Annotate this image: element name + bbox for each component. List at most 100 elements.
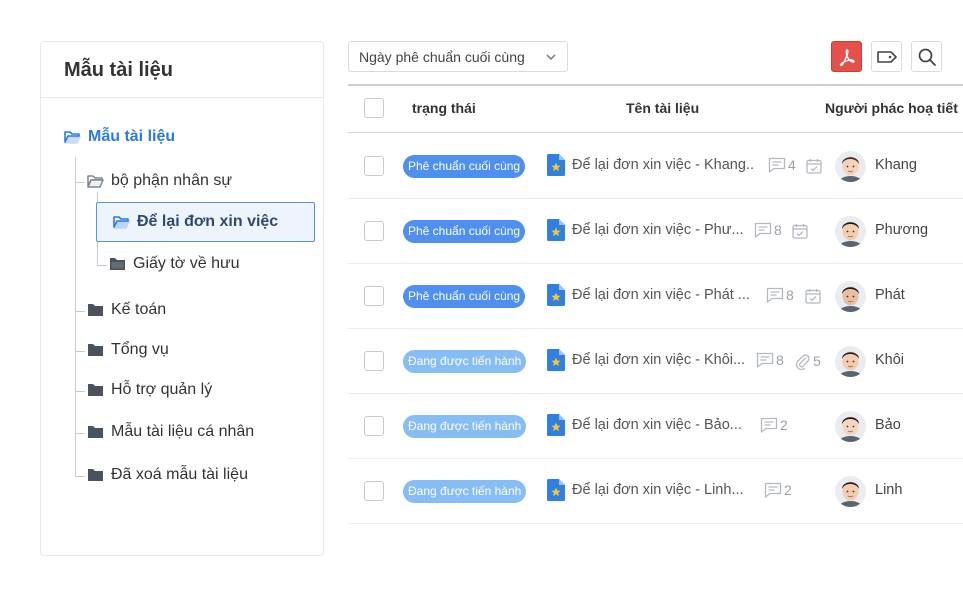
folder-open-icon: [64, 131, 81, 144]
author-name: Phát: [875, 287, 905, 303]
row-checkbox[interactable]: [364, 481, 384, 501]
table-row[interactable]: Phê chuẩn cuối cùng Để lại đơn xin việc …: [348, 199, 963, 264]
table-row[interactable]: Đang được tiến hành Để lại đơn xin việc …: [348, 329, 963, 394]
tree-item-label: Kế toán: [111, 301, 167, 318]
calendar-check-icon: [806, 159, 822, 174]
sort-dropdown-label: Ngày phê chuẩn cuối cùng: [359, 48, 525, 65]
tree-connector: [75, 476, 85, 477]
tree-item-admin-support[interactable]: Hỗ trợ quản lý: [87, 381, 212, 399]
document-name-link[interactable]: Để lại đơn xin việc - Phư...: [572, 222, 744, 238]
status-badge: Phê chuẩn cuối cùng: [403, 285, 526, 308]
author-name: Phương: [875, 222, 929, 238]
tree-connector: [75, 391, 85, 392]
tree-item-resignation[interactable]: Để lại đơn xin việc: [96, 202, 315, 242]
table-row[interactable]: Phê chuẩn cuối cùng Để lại đơn xin việc …: [348, 264, 963, 329]
select-all-checkbox[interactable]: [364, 98, 384, 118]
tree-item-deleted[interactable]: Đã xoá mẫu tài liệu: [87, 466, 248, 484]
sort-dropdown[interactable]: Ngày phê chuẩn cuối cùng: [348, 41, 568, 72]
document-star-icon: [547, 284, 565, 306]
author-name: Linh: [875, 482, 903, 498]
paperclip-icon: [795, 354, 810, 370]
document-name-link[interactable]: Để lại đơn xin việc - Khang..: [572, 157, 754, 173]
folder-icon: [88, 384, 103, 396]
tree-connector: [75, 182, 85, 183]
tree-item-personal[interactable]: Mẫu tài liệu cá nhân: [87, 423, 254, 441]
folder-open-icon: [87, 175, 104, 188]
row-checkbox[interactable]: [364, 286, 384, 306]
tree-item-general[interactable]: Tổng vụ: [87, 341, 169, 359]
tree-item-label: bộ phận nhân sự: [111, 172, 233, 189]
comment-count: 8: [766, 287, 794, 303]
tag-button[interactable]: [871, 41, 902, 72]
document-name-link[interactable]: Để lại đơn xin việc - Linh...: [572, 482, 744, 498]
template-tree-panel: Mẫu tài liệu Mẫu tài liệu bộ phận nhân s…: [40, 41, 324, 556]
row-checkbox[interactable]: [364, 351, 384, 371]
document-star-icon: [547, 479, 565, 501]
tree-connector: [75, 311, 85, 312]
panel-title: Mẫu tài liệu: [64, 59, 173, 81]
header-divider: [348, 132, 963, 133]
table-row[interactable]: Đang được tiến hành Để lại đơn xin việc …: [348, 459, 963, 524]
folder-icon: [88, 426, 103, 438]
comment-icon: [766, 287, 784, 303]
status-badge: Đang được tiến hành: [403, 480, 527, 503]
avatar: [835, 281, 866, 312]
column-header-name[interactable]: Tên tài liệu: [626, 100, 699, 116]
approval-date-indicator: [805, 157, 825, 175]
tree-item-root[interactable]: Mẫu tài liệu: [64, 128, 175, 146]
folder-icon: [88, 344, 103, 356]
search-icon: [918, 48, 936, 66]
calendar-check-icon: [792, 224, 808, 239]
tree-item-label: Đã xoá mẫu tài liệu: [111, 466, 248, 483]
tree-item-label: Giấy tờ về hưu: [133, 255, 240, 272]
tree-connector: [75, 157, 76, 476]
status-badge: Đang được tiến hành: [403, 350, 527, 373]
export-pdf-button[interactable]: [831, 41, 862, 72]
approval-date-indicator: [804, 287, 824, 305]
folder-open-icon: [113, 216, 130, 229]
comment-count: 8: [754, 222, 782, 238]
tree-connector: [75, 433, 85, 434]
comment-count: 8: [756, 352, 784, 368]
avatar: [835, 476, 866, 507]
column-header-drafter[interactable]: Người phác hoạ tiết: [825, 100, 958, 116]
panel-divider: [41, 97, 323, 98]
document-star-icon: [547, 349, 565, 371]
author-name: Khôi: [875, 352, 905, 368]
tree-item-label: Tổng vụ: [111, 341, 169, 358]
row-checkbox[interactable]: [364, 156, 384, 176]
row-checkbox[interactable]: [364, 416, 384, 436]
tree-item-label: Mẫu tài liệu cá nhân: [111, 423, 255, 440]
table-row[interactable]: Đang được tiến hành Để lại đơn xin việc …: [348, 394, 963, 459]
document-name-link[interactable]: Để lại đơn xin việc - Khôi...: [572, 352, 745, 368]
author-name: Khang: [875, 157, 917, 173]
document-name-link[interactable]: Để lại đơn xin việc - Phát ...: [572, 287, 750, 303]
row-checkbox[interactable]: [364, 221, 384, 241]
chevron-down-icon: [546, 54, 556, 61]
folder-icon: [110, 258, 125, 270]
comment-icon: [764, 482, 782, 498]
search-button[interactable]: [911, 41, 942, 72]
comment-count: 4: [768, 157, 796, 173]
approval-date-indicator: [791, 222, 811, 240]
author-name: Bảo: [875, 417, 901, 433]
table-row[interactable]: Phê chuẩn cuối cùng Để lại đơn xin việc …: [348, 134, 963, 199]
avatar: [835, 346, 866, 377]
tree-item-retirement[interactable]: Giấy tờ về hưu: [109, 255, 240, 273]
pdf-icon: [839, 48, 855, 66]
tree-connector: [75, 351, 85, 352]
status-badge: Phê chuẩn cuối cùng: [403, 155, 526, 178]
folder-icon: [88, 304, 103, 316]
document-star-icon: [547, 154, 565, 176]
column-header-status[interactable]: trạng thái: [412, 100, 476, 116]
document-name-link[interactable]: Để lại đơn xin việc - Bảo...: [572, 417, 742, 433]
attachment-count: 5: [793, 352, 821, 370]
status-badge: Đang được tiến hành: [403, 415, 527, 438]
tree-item-hr[interactable]: bộ phận nhân sự: [87, 172, 232, 190]
avatar: [835, 151, 866, 182]
tree-item-label: Mẫu tài liệu: [88, 128, 176, 145]
document-star-icon: [547, 219, 565, 241]
comment-icon: [754, 222, 772, 238]
tree-item-accounting[interactable]: Kế toán: [87, 301, 166, 319]
tree-item-label: Hỗ trợ quản lý: [111, 381, 213, 398]
